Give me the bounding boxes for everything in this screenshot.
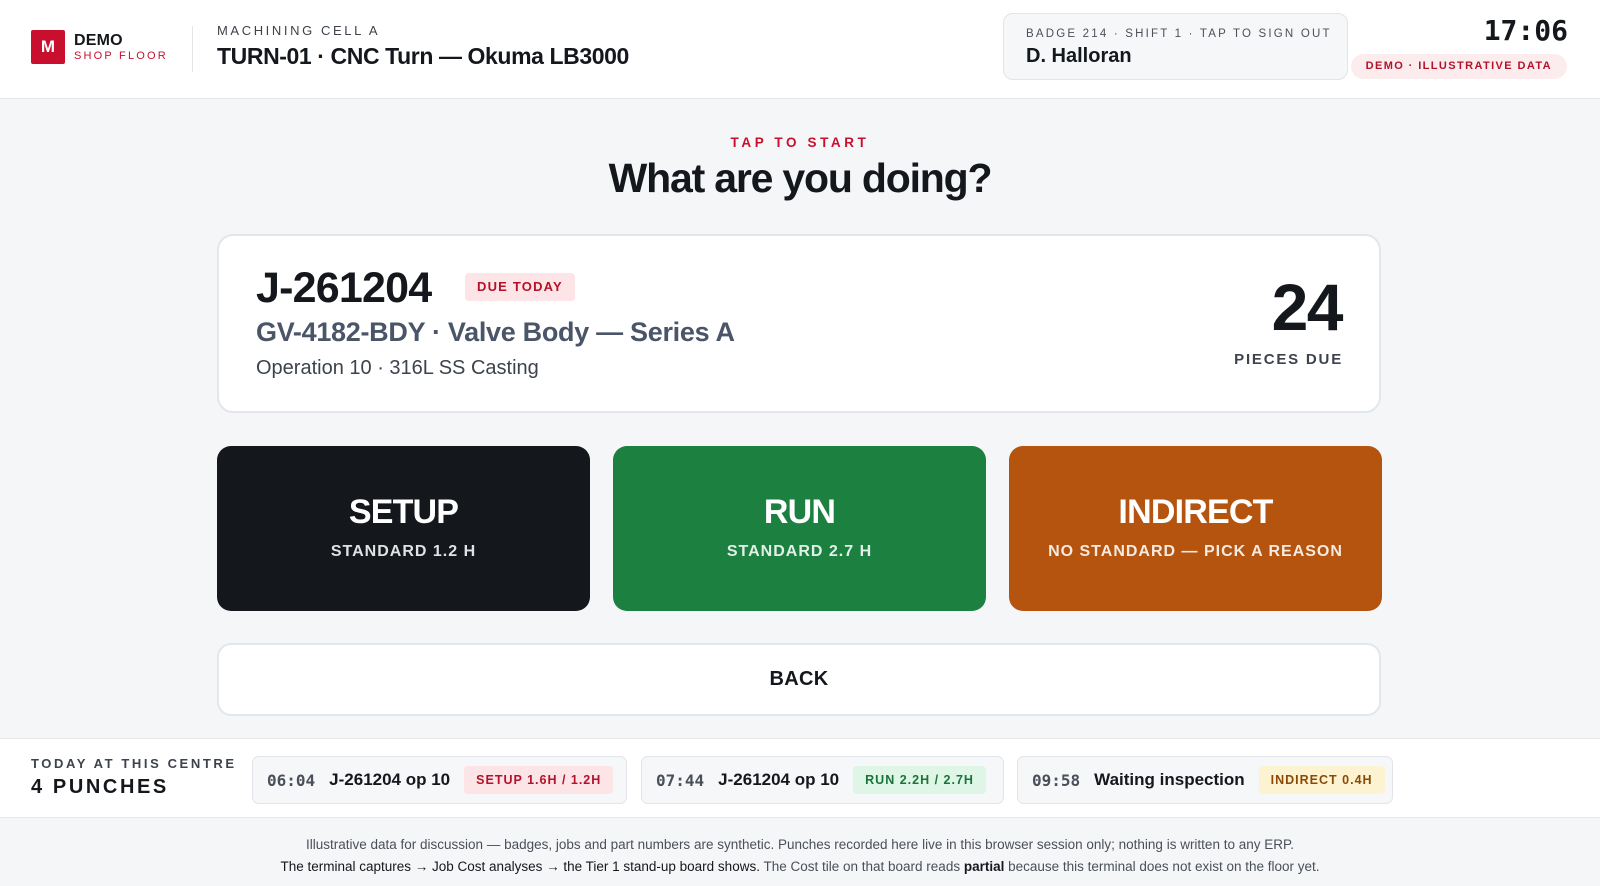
punch-time: 09:58 <box>1032 770 1081 790</box>
setup-button[interactable]: SETUP STANDARD 1.2 H <box>217 446 590 611</box>
footer-flow-text: The terminal captures → Job Cost analyse… <box>280 859 760 874</box>
operation-description: Operation 10 · 316L SS Casting <box>256 357 539 379</box>
punch-time: 07:44 <box>656 770 705 790</box>
punch-item: 06:04 J-261204 op 10 SETUP 1.6H / 1.2H <box>252 756 627 804</box>
job-number: J-261204 <box>256 264 432 312</box>
run-button-label: RUN <box>763 493 836 531</box>
operator-name: D. Halloran <box>1026 45 1132 67</box>
indirect-button-label: INDIRECT <box>1118 493 1273 531</box>
page-title: What are you doing? <box>608 155 993 201</box>
footer-reason-text: because this terminal does not exist on … <box>1004 859 1320 874</box>
pieces-due-label: PIECES DUE <box>1234 351 1343 368</box>
header-divider <box>192 26 193 72</box>
run-button[interactable]: RUN STANDARD 2.7 H <box>613 446 986 611</box>
punch-description: Waiting inspection <box>1094 770 1245 789</box>
due-today-badge: DUE TODAY <box>465 273 575 301</box>
indirect-standard-label: NO STANDARD — PICK A REASON <box>1048 543 1343 560</box>
job-card: J-261204 DUE TODAY GV-4182-BDY · Valve B… <box>217 234 1381 413</box>
punch-description: J-261204 op 10 <box>329 770 451 789</box>
machine-title: TURN-01 · CNC Turn — Okuma LB3000 <box>217 43 629 69</box>
footer-cost-text: The Cost tile on that board reads <box>759 859 964 874</box>
today-punches-strip: TODAY AT THIS CENTRE 4 PUNCHES 06:04 J-2… <box>0 738 1600 818</box>
logo-subtitle: SHOP FLOOR <box>74 49 168 62</box>
part-description: GV-4182-BDY · Valve Body — Series A <box>256 317 735 347</box>
clock: 17:06 <box>1483 14 1568 47</box>
logo-text: DEMO SHOP FLOOR <box>74 31 168 62</box>
footer-disclaimer: Illustrative data for discussion — badge… <box>0 834 1600 878</box>
punch-tag-setup: SETUP 1.6H / 1.2H <box>464 766 614 794</box>
back-button[interactable]: BACK <box>217 643 1381 716</box>
footer-line-1: Illustrative data for discussion — badge… <box>305 837 1294 852</box>
badge-meta: BADGE 214 · SHIFT 1 · TAP TO SIGN OUT <box>1026 28 1332 40</box>
footer-partial-text: partial <box>963 859 1005 874</box>
run-standard-label: STANDARD 2.7 H <box>726 543 873 560</box>
tap-to-start-eyebrow: TAP TO START <box>730 135 870 150</box>
punch-item: 07:44 J-261204 op 10 RUN 2.2H / 2.7H <box>641 756 1004 804</box>
today-punch-count: 4 PUNCHES <box>31 776 169 798</box>
punch-tag-indirect: INDIRECT 0.4H <box>1258 766 1385 794</box>
sign-out-badge-button[interactable]: BADGE 214 · SHIFT 1 · TAP TO SIGN OUT D.… <box>1003 13 1348 80</box>
top-header: M DEMO SHOP FLOOR MACHINING CELL A TURN-… <box>0 0 1600 99</box>
cell-label: MACHINING CELL A <box>217 23 381 38</box>
pieces-due-count: 24 <box>1271 270 1344 344</box>
app-logo: M DEMO SHOP FLOOR <box>31 30 168 64</box>
punch-time: 06:04 <box>267 770 316 790</box>
logo-title: DEMO <box>74 31 123 49</box>
punch-description: J-261204 op 10 <box>718 770 840 789</box>
today-label: TODAY AT THIS CENTRE <box>31 756 237 771</box>
indirect-button[interactable]: INDIRECT NO STANDARD — PICK A REASON <box>1009 446 1382 611</box>
demo-data-badge: DEMO · ILLUSTRATIVE DATA <box>1350 54 1567 79</box>
setup-button-label: SETUP <box>348 493 459 531</box>
footer-line-2: The terminal captures → Job Cost analyse… <box>0 856 1600 878</box>
punch-tag-run: RUN 2.2H / 2.7H <box>853 766 986 794</box>
setup-standard-label: STANDARD 1.2 H <box>330 543 477 560</box>
logo-mark: M <box>31 30 65 64</box>
punch-item: 09:58 Waiting inspection INDIRECT 0.4H <box>1017 756 1393 804</box>
